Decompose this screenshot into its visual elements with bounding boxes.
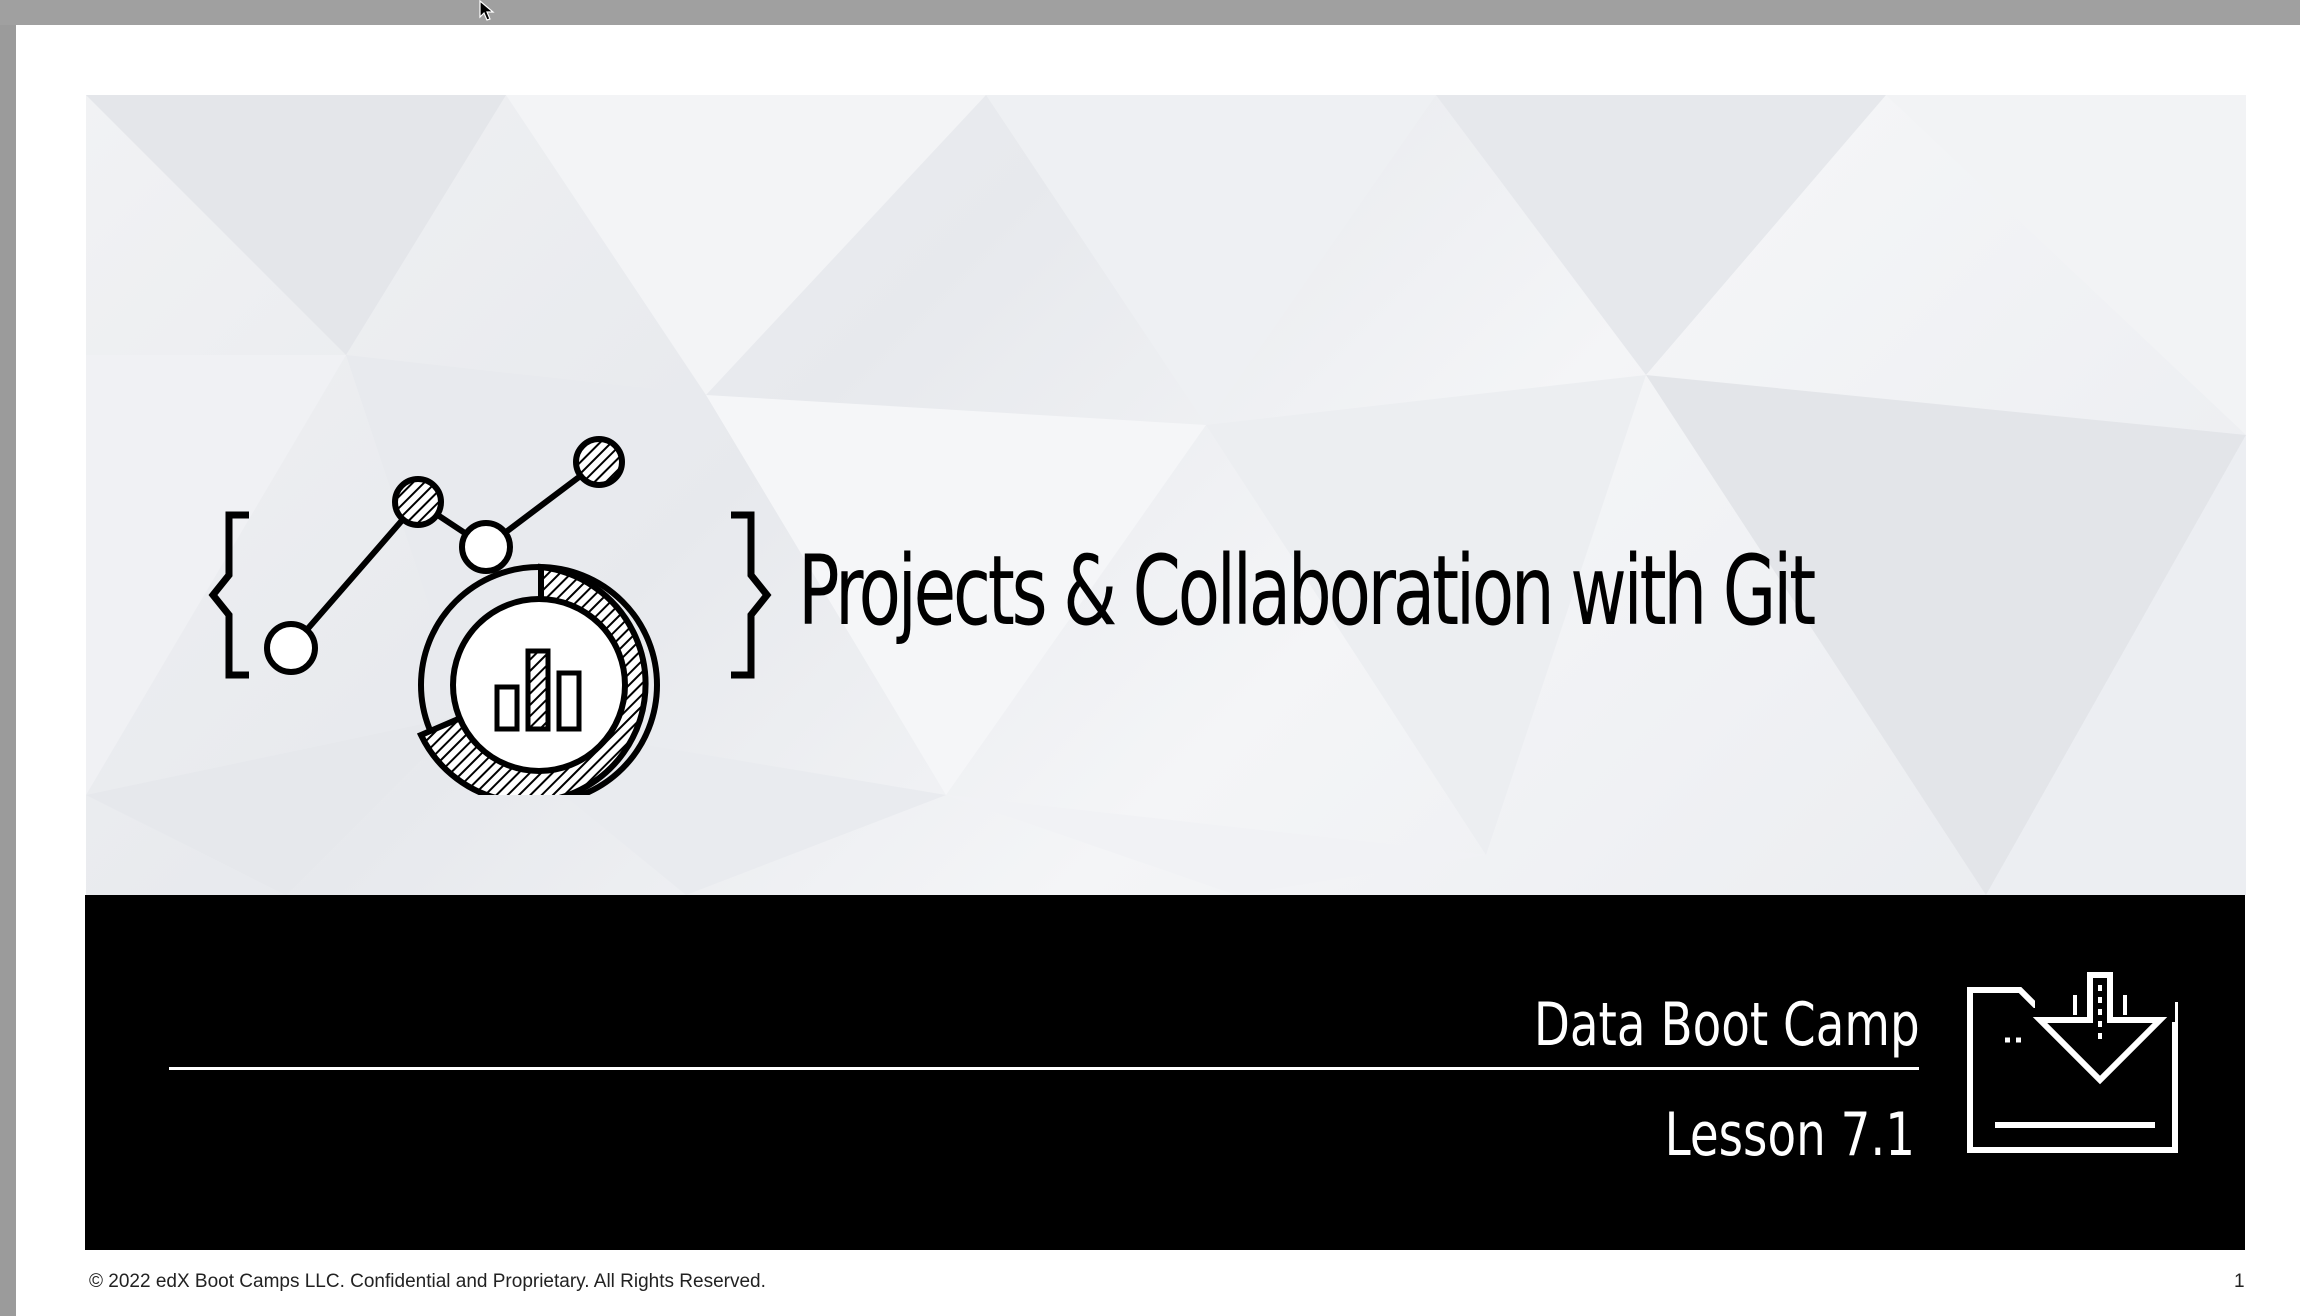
folder-download-icon: [1967, 972, 2178, 1153]
divider-line: [169, 1067, 1919, 1070]
presentation-slide: Projects & Collaboration with Git Data B…: [16, 25, 2300, 1316]
slide-number: 1: [2234, 1271, 2245, 1292]
title-hero-area: Projects & Collaboration with Git: [86, 95, 2246, 895]
title-band: Data Boot Camp Lesson 7.1: [85, 895, 2245, 1250]
program-name: Data Boot Camp: [1534, 990, 1920, 1060]
lesson-number: Lesson 7.1: [1664, 1100, 1915, 1170]
window-top-bar: [0, 0, 2300, 25]
slide-title: Projects & Collaboration with Git: [798, 535, 1816, 647]
data-analytics-chart-icon: [208, 436, 772, 795]
copyright-notice: © 2022 edX Boot Camps LLC. Confidential …: [89, 1271, 766, 1292]
mouse-pointer-icon: [479, 0, 495, 21]
